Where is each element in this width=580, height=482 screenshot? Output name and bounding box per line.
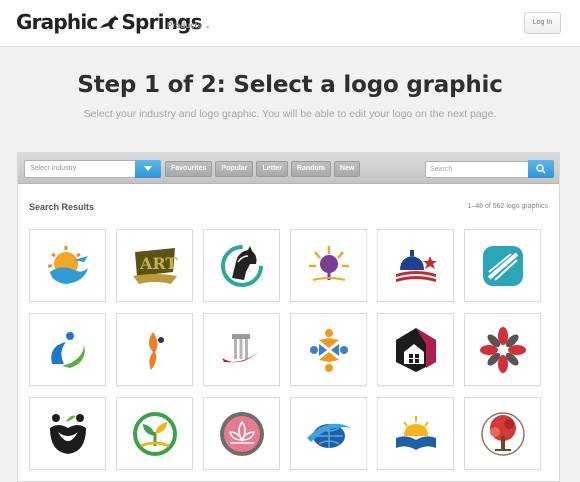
logo-tile[interactable] bbox=[29, 397, 106, 470]
sun-wave-plane-logo-icon bbox=[48, 246, 88, 284]
logo-browser-panel: Select Industry Favourites Popular Lette… bbox=[17, 152, 560, 482]
search-button[interactable] bbox=[528, 160, 554, 178]
industry-dropdown-button[interactable] bbox=[135, 160, 161, 178]
caret-down-icon bbox=[144, 166, 152, 171]
swoosh-figure-logo-icon bbox=[51, 332, 85, 368]
tab-letter[interactable]: Letter bbox=[256, 161, 288, 177]
products-label: Products bbox=[167, 21, 202, 30]
logo-tile[interactable] bbox=[290, 313, 367, 386]
results-count: 1–48 of 562 logo graphics bbox=[467, 203, 548, 210]
svg-text:ART: ART bbox=[139, 254, 177, 273]
apple-people-logo-icon bbox=[50, 414, 86, 454]
house-hexagon-logo-icon bbox=[396, 328, 436, 372]
logo-tile[interactable] bbox=[464, 397, 541, 470]
art-banner-logo-icon: ART bbox=[133, 248, 177, 284]
plant-circle-logo-icon bbox=[133, 412, 177, 456]
logo-tile[interactable] bbox=[377, 229, 454, 302]
products-menu[interactable]: Products ⌄ bbox=[167, 21, 211, 30]
logo-tile[interactable] bbox=[377, 313, 454, 386]
kangaroo-icon bbox=[100, 15, 119, 29]
logo-tile[interactable] bbox=[203, 313, 280, 386]
search-placeholder: Search bbox=[430, 166, 453, 173]
search-icon bbox=[536, 164, 546, 174]
logo-tile[interactable] bbox=[29, 313, 106, 386]
page-subtitle: Select your industry and logo graphic. Y… bbox=[83, 108, 497, 120]
results-heading: Search Results bbox=[29, 202, 95, 212]
search-input[interactable]: Search bbox=[425, 161, 529, 178]
logo-tile[interactable] bbox=[116, 397, 193, 470]
tab-new[interactable]: New bbox=[333, 161, 361, 177]
capitol-flag-logo-icon bbox=[396, 250, 437, 282]
column-swoosh-logo-icon bbox=[222, 334, 262, 363]
industry-select-value: Select Industry bbox=[30, 165, 77, 172]
chevron-down-icon: ⌄ bbox=[204, 22, 211, 30]
four-people-logo-icon bbox=[310, 329, 348, 372]
horse-head-logo-icon bbox=[221, 245, 263, 287]
flower-star-logo-icon bbox=[480, 327, 526, 373]
tab-random[interactable]: Random bbox=[290, 161, 331, 177]
top-navbar: Graphic Springs Products ⌄ Log In bbox=[0, 0, 580, 47]
globe-swoosh-logo-icon bbox=[307, 423, 351, 448]
industry-select[interactable]: Select Industry bbox=[24, 160, 161, 178]
logo-tile[interactable] bbox=[203, 229, 280, 302]
book-sunrise-logo-icon bbox=[396, 416, 436, 450]
logo-tile[interactable] bbox=[116, 313, 193, 386]
logo-tile[interactable] bbox=[29, 229, 106, 302]
filter-bar: Select Industry Favourites Popular Lette… bbox=[18, 153, 559, 184]
lotus-circle-logo-icon bbox=[220, 412, 264, 456]
logo-tile[interactable] bbox=[203, 397, 280, 470]
red-tree-logo-icon bbox=[481, 412, 525, 456]
tab-popular[interactable]: Popular bbox=[215, 161, 254, 177]
logo-tile[interactable] bbox=[464, 313, 541, 386]
page-title: Step 1 of 2: Select a logo graphic bbox=[77, 72, 503, 98]
logo-tile[interactable] bbox=[290, 397, 367, 470]
tab-favourites[interactable]: Favourites bbox=[165, 161, 213, 177]
brand-text-left: Graphic bbox=[16, 10, 98, 34]
logo-tile[interactable] bbox=[290, 229, 367, 302]
tree-sunburst-logo-icon bbox=[309, 246, 349, 281]
rounded-square-stripes-logo-icon bbox=[483, 246, 523, 286]
filter-tabs: Favourites Popular Letter Random New bbox=[165, 161, 361, 177]
logo-tile[interactable]: ART bbox=[116, 229, 193, 302]
flame-figure-logo-icon bbox=[149, 332, 164, 370]
login-button[interactable]: Log In bbox=[524, 12, 561, 34]
logo-tile[interactable] bbox=[464, 229, 541, 302]
logo-tile[interactable] bbox=[377, 397, 454, 470]
